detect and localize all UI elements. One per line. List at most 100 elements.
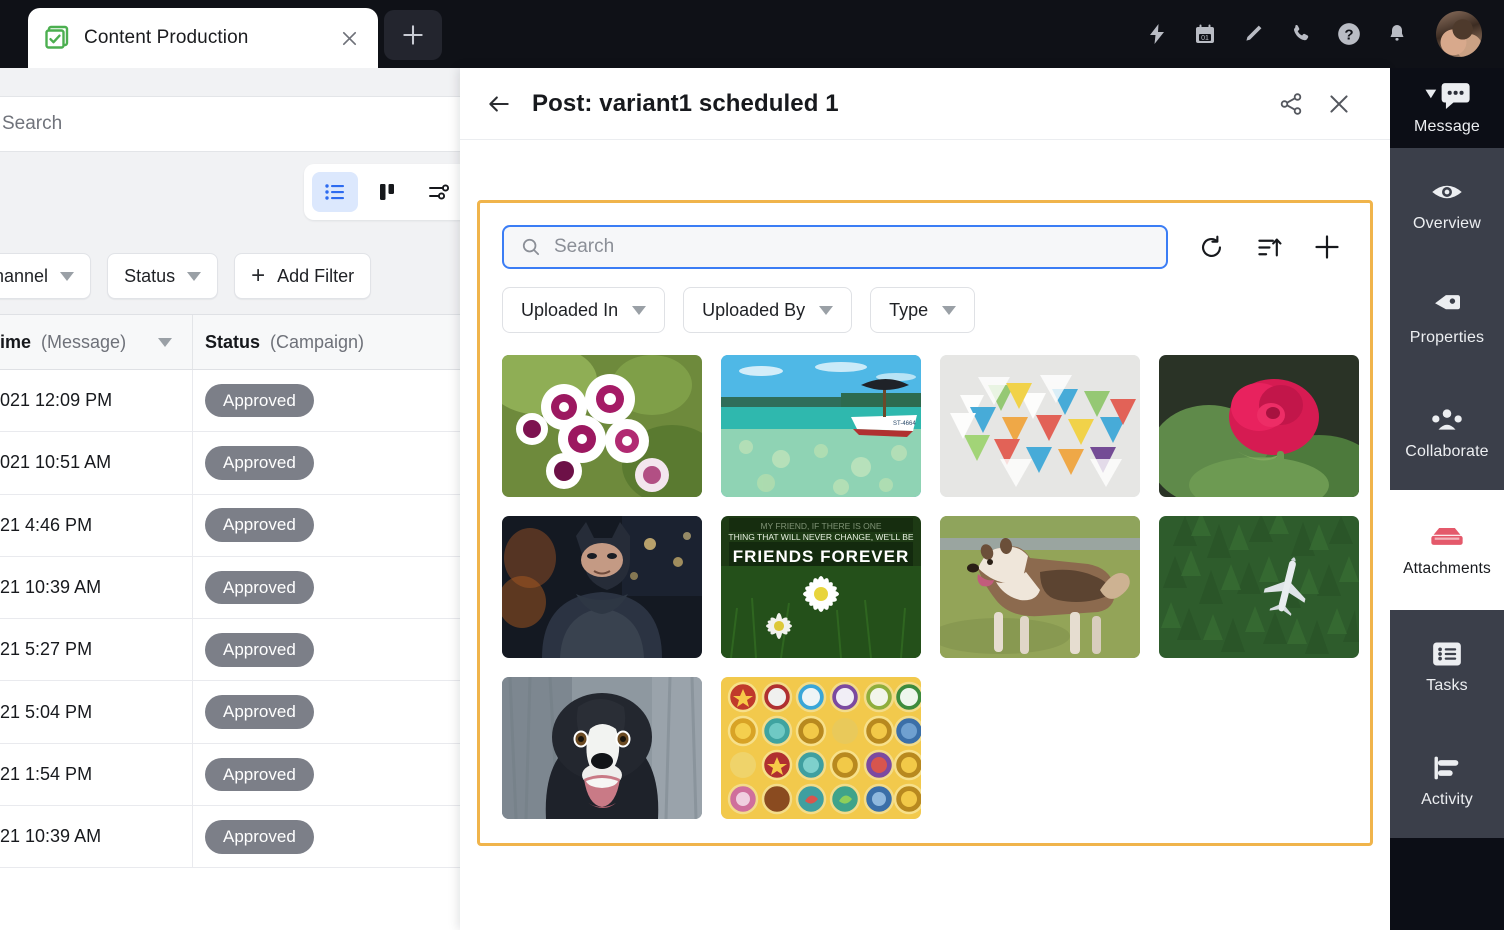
status-badge: Approved xyxy=(205,508,314,543)
rail-item-activity-label: Activity xyxy=(1421,791,1473,808)
rail-item-tasks[interactable]: Tasks xyxy=(1390,610,1504,724)
column-time[interactable]: ime (Message) xyxy=(0,315,193,369)
phone-icon[interactable] xyxy=(1288,21,1314,47)
add-icon[interactable] xyxy=(1312,232,1342,262)
asset-batman[interactable] xyxy=(502,516,702,658)
new-tab-button[interactable] xyxy=(384,10,442,60)
pencil-icon[interactable] xyxy=(1240,21,1266,47)
cell-time: 21 4:46 PM xyxy=(0,494,193,556)
tab-title: Content Production xyxy=(84,27,249,48)
rail-item-attachments[interactable]: Attachments xyxy=(1390,490,1504,610)
lightning-icon[interactable] xyxy=(1144,21,1170,47)
filter-status[interactable]: Status xyxy=(107,253,219,299)
status-badge: Approved xyxy=(205,570,314,605)
asset-friends-forever-daisies[interactable]: MY FRIEND, IF THERE IS ONE THING THAT WI… xyxy=(721,516,921,658)
asset-abstract-triangles[interactable] xyxy=(940,355,1140,497)
modal-header: Post: variant1 scheduled 1 xyxy=(460,68,1390,140)
svg-text:THING THAT WILL NEVER CHANGE,: THING THAT WILL NEVER CHANGE, WE'LL BE xyxy=(728,532,914,542)
cell-time: 21 5:27 PM xyxy=(0,619,193,681)
filter-uploaded-by[interactable]: Uploaded By xyxy=(683,287,853,333)
chrome-toolbar: 01 ? xyxy=(1144,0,1494,68)
table-header: ime (Message) Status (Campaign) xyxy=(0,314,470,370)
settings-sliders-icon[interactable] xyxy=(416,172,462,212)
browser-tab[interactable]: Content Production xyxy=(28,8,378,68)
column-time-label: ime xyxy=(0,331,32,352)
svg-text:01: 01 xyxy=(1201,35,1209,42)
app-body: Search annel Status + Add Filter ime (Me… xyxy=(0,68,1504,930)
rail-item-overview-label: Overview xyxy=(1413,215,1481,232)
list-view-icon[interactable] xyxy=(312,172,358,212)
table-row[interactable]: 021 10:51 AM Approved xyxy=(0,432,470,495)
filter-channel[interactable]: Channel xyxy=(0,253,92,299)
list-icon xyxy=(1432,639,1462,669)
rail-item-message[interactable]: Message xyxy=(1390,68,1504,148)
column-status-sub: (Campaign) xyxy=(270,331,365,352)
table-row[interactable]: 21 10:39 AM Approved xyxy=(0,556,470,620)
help-icon[interactable]: ? xyxy=(1336,21,1362,47)
rail-item-attachments-label: Attachments xyxy=(1403,560,1491,577)
app-root: Content Production 01 ? Search annel Sta… xyxy=(0,0,1504,930)
add-filter-label: Add Filter xyxy=(277,265,355,286)
add-filter-button[interactable]: + Add Filter xyxy=(234,253,372,299)
rail-item-properties[interactable]: Properties xyxy=(1390,262,1504,376)
asset-border-collie[interactable] xyxy=(502,677,702,819)
rail-item-collaborate-label: Collaborate xyxy=(1405,443,1489,460)
column-time-sub: (Message) xyxy=(41,331,127,352)
cell-time: 021 10:51 AM xyxy=(0,432,193,494)
chevron-down-icon[interactable] xyxy=(158,337,173,347)
asset-plane-over-forest[interactable] xyxy=(1159,516,1359,658)
filter-status-label: Status xyxy=(124,265,176,286)
cell-time: 021 12:09 PM xyxy=(0,370,193,432)
chevron-down-icon xyxy=(819,305,834,315)
rail-item-tasks-label: Tasks xyxy=(1426,677,1468,694)
table-row[interactable]: 21 4:46 PM Approved xyxy=(0,494,470,557)
browser-chrome: Content Production 01 ? xyxy=(0,0,1504,68)
people-icon xyxy=(1430,405,1464,435)
column-status[interactable]: Status (Campaign) xyxy=(193,315,470,369)
chevron-down-icon xyxy=(632,305,647,315)
table-row[interactable]: 21 1:54 PM Approved xyxy=(0,743,470,807)
status-badge: Approved xyxy=(205,383,314,418)
table-row[interactable]: 21 5:27 PM Approved xyxy=(0,619,470,682)
rail-item-activity[interactable]: Activity xyxy=(1390,724,1504,838)
picker-search-input[interactable]: Search xyxy=(502,225,1168,269)
cell-status: Approved xyxy=(193,370,470,431)
avatar[interactable] xyxy=(1436,11,1482,57)
cell-status: Approved xyxy=(193,806,470,867)
messages-table: ime (Message) Status (Campaign) 021 12:0… xyxy=(0,314,470,930)
bell-icon[interactable] xyxy=(1384,21,1410,47)
share-icon[interactable] xyxy=(1276,89,1306,119)
board-view-icon[interactable] xyxy=(364,172,410,212)
refresh-icon[interactable] xyxy=(1196,232,1226,262)
sort-ascending-icon[interactable] xyxy=(1254,232,1284,262)
rail-item-collaborate[interactable]: Collaborate xyxy=(1390,376,1504,490)
rail-item-overview[interactable]: Overview xyxy=(1390,148,1504,262)
picker-toolbar: Search xyxy=(480,203,1370,269)
table-row[interactable]: 21 5:04 PM Approved xyxy=(0,681,470,744)
attachment-picker: Search Uploaded In Uploaded By Type ST-4… xyxy=(477,200,1373,846)
filter-channel-label: Channel xyxy=(0,265,49,286)
left-filter-bar: Channel Status + Add Filter xyxy=(0,238,470,314)
filter-uploaded-in[interactable]: Uploaded In xyxy=(502,287,666,333)
asset-boat-turquoise-sea[interactable]: ST-4664 xyxy=(721,355,921,497)
eye-icon xyxy=(1430,177,1464,207)
page-title: Post: variant1 scheduled 1 xyxy=(532,89,839,117)
asset-game-bubbles[interactable] xyxy=(721,677,921,819)
table-row[interactable]: 21 10:39 AM Approved xyxy=(0,806,470,869)
asset-grid: ST-4664 MY FRIEND, IF THERE IS ONE THING… xyxy=(480,333,1370,819)
search-input[interactable]: Search xyxy=(0,96,470,152)
calendar-icon[interactable]: 01 xyxy=(1192,21,1218,47)
table-row[interactable]: 021 12:09 PM Approved xyxy=(0,370,470,433)
asset-red-rose[interactable] xyxy=(1159,355,1359,497)
plus-icon: + xyxy=(251,262,266,289)
filter-type[interactable]: Type xyxy=(870,287,976,333)
view-switcher xyxy=(304,164,470,220)
asset-pink-white-flowers[interactable] xyxy=(502,355,702,497)
filter-uploaded-by-label: Uploaded By xyxy=(702,299,806,320)
cell-status: Approved xyxy=(193,681,470,742)
arrow-left-icon[interactable] xyxy=(484,89,514,119)
asset-husky-dog[interactable] xyxy=(940,516,1140,658)
left-toolbar xyxy=(0,152,470,238)
close-icon[interactable] xyxy=(1324,89,1354,119)
close-icon[interactable] xyxy=(336,25,362,51)
